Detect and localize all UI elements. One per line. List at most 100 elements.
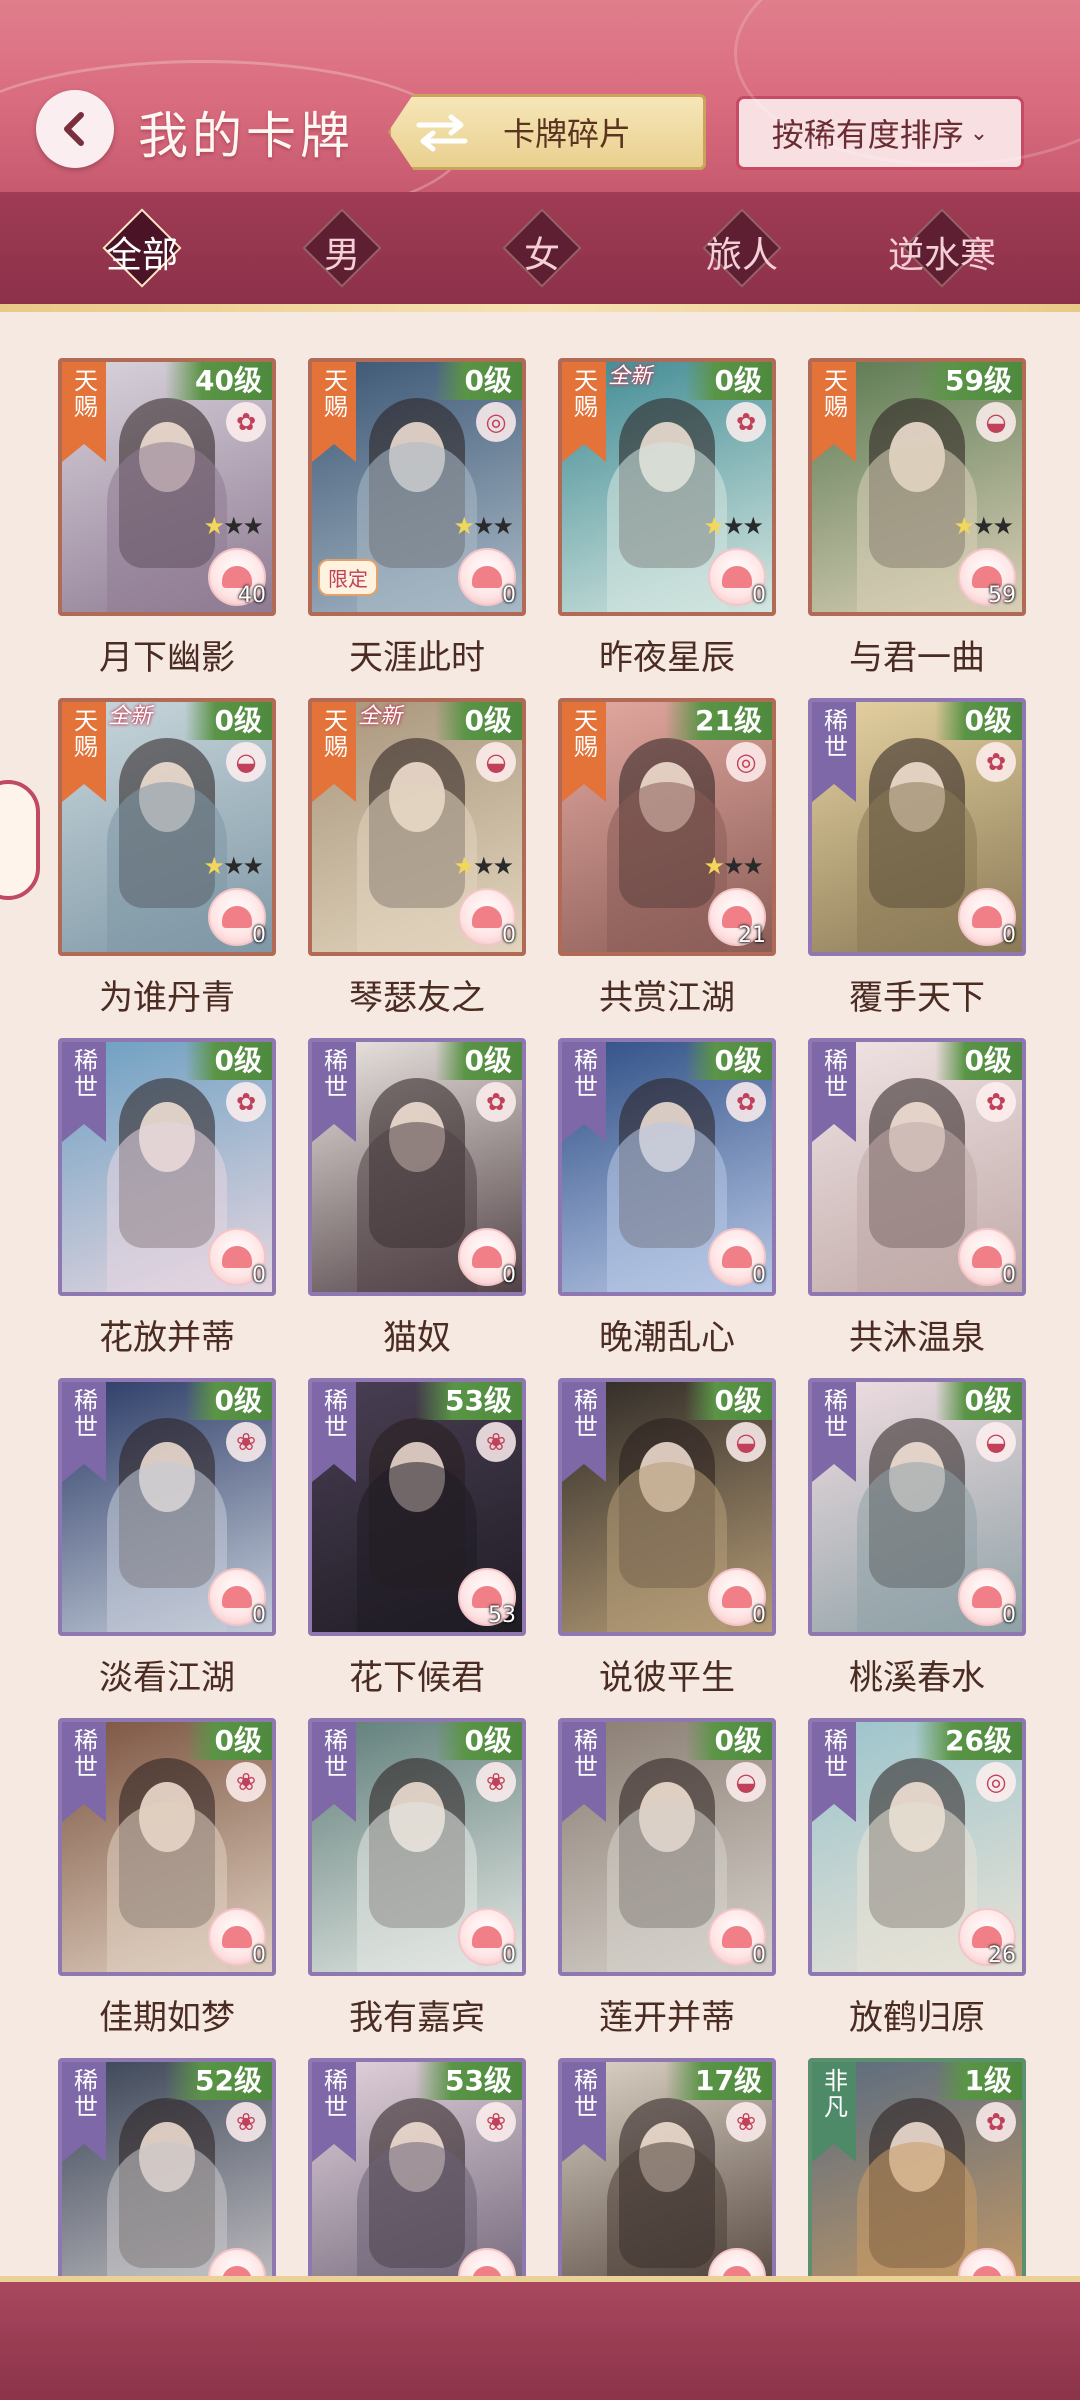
new-tag: 全新: [608, 364, 653, 389]
star-rating: ★★★: [703, 512, 764, 540]
card-name: 与君一曲: [849, 638, 985, 678]
card[interactable]: 稀世 0级 ❀ 0 佳期如梦: [58, 1718, 276, 2058]
level-badge: 0级: [684, 362, 772, 400]
level-badge: 0级: [934, 1042, 1022, 1080]
character-figure: [357, 1802, 477, 1972]
card-name: 晚潮乱心: [599, 1318, 735, 1358]
coin-icon: ◎: [726, 742, 766, 782]
card[interactable]: 天赐 40级 ✿ ★★★ 40 月下幽影: [58, 358, 276, 698]
card-frame: 稀世 53级 ❀ 53: [308, 1378, 526, 1636]
swap-icon: [416, 114, 468, 152]
card[interactable]: 稀世 0级 ◒ 0 说彼平生: [558, 1378, 776, 1718]
card[interactable]: 稀世 0级 ✿ 0 花放并蒂: [58, 1038, 276, 1378]
fragment-count: 0: [502, 1943, 516, 1968]
level-badge: 52级: [165, 2062, 272, 2100]
level-badge: 53级: [415, 2062, 522, 2100]
card[interactable]: 稀世 53级 ❀ 53 花下候君: [308, 1378, 526, 1718]
fragment-count: 59: [988, 583, 1016, 608]
card[interactable]: 稀世 0级 ◒ 0 桃溪春水: [808, 1378, 1026, 1718]
card[interactable]: 稀世 0级 ✿ 0 猫奴: [308, 1038, 526, 1378]
card[interactable]: 稀世 0级 ❀ 0 淡看江湖: [58, 1378, 276, 1718]
tab-label: 女: [523, 235, 560, 276]
card-name: 花下候君: [349, 1658, 485, 1698]
star-rating: ★★★: [203, 512, 264, 540]
back-button[interactable]: [36, 90, 114, 168]
character-figure: [857, 2142, 977, 2276]
tab-female[interactable]: 女: [472, 208, 612, 288]
filter-tabs: 全部 男 女 旅人 逆水寒: [0, 192, 1080, 312]
star-rating: ★★★: [203, 852, 264, 880]
fragment-count: 0: [252, 1943, 266, 1968]
fragment-count: 26: [988, 1943, 1016, 1968]
level-badge: 0级: [434, 1042, 522, 1080]
card-frame: 稀世 0级 ✿ 0: [558, 1038, 776, 1296]
card[interactable]: 天赐 0级 全新 ◒ ★★★ 0 琴瑟友之: [308, 698, 526, 1038]
jade-icon: ❀: [476, 2102, 516, 2142]
jade-icon: ❀: [226, 1762, 266, 1802]
card[interactable]: 天赐 0级 全新 ◒ ★★★ 0 为谁丹青: [58, 698, 276, 1038]
tab-all[interactable]: 全部: [72, 208, 212, 288]
card-frame: 稀世 17级 ❀: [558, 2058, 776, 2276]
card[interactable]: 天赐 0级 全新 ✿ ★★★ 0 昨夜星辰: [558, 358, 776, 698]
character-figure: [107, 1122, 227, 1292]
star-rating: ★★★: [953, 512, 1014, 540]
level-badge: 0级: [184, 1382, 272, 1420]
level-badge: 0级: [684, 1722, 772, 1760]
level-badge: 17级: [665, 2062, 772, 2100]
card-fragments-button[interactable]: 卡牌碎片: [388, 94, 706, 170]
card[interactable]: 稀世 53级 ❀: [308, 2058, 526, 2276]
fan-icon: ◒: [226, 742, 266, 782]
fragment-count: 0: [1002, 1263, 1016, 1288]
card-frame: 天赐 40级 ✿ ★★★ 40: [58, 358, 276, 616]
flower-icon: ✿: [226, 1082, 266, 1122]
character-figure: [107, 2142, 227, 2276]
level-badge: 0级: [684, 1042, 772, 1080]
card[interactable]: 稀世 0级 ✿ 0 覆手天下: [808, 698, 1026, 1038]
card-name: 月下幽影: [99, 638, 235, 678]
card[interactable]: 稀世 0级 ◒ 0 莲开并蒂: [558, 1718, 776, 2058]
card-frame: 稀世 52级 ❀: [58, 2058, 276, 2276]
tab-traveler[interactable]: 旅人: [672, 208, 812, 288]
card-name: 莲开并蒂: [599, 1998, 735, 2038]
card[interactable]: 天赐 59级 ◒ ★★★ 59 与君一曲: [808, 358, 1026, 698]
fragment-count: 0: [502, 923, 516, 948]
page-title: 我的卡牌: [138, 107, 354, 165]
level-badge: 21级: [665, 702, 772, 740]
sort-dropdown[interactable]: 按稀有度排序 ⌄: [736, 96, 1024, 170]
card-name: 猫奴: [383, 1318, 451, 1358]
card[interactable]: 稀世 0级 ❀ 0 我有嘉宾: [308, 1718, 526, 2058]
level-badge: 0级: [184, 702, 272, 740]
card[interactable]: 稀世 0级 ✿ 0 共沐温泉: [808, 1038, 1026, 1378]
level-badge: 0级: [184, 1722, 272, 1760]
star-rating: ★★★: [453, 512, 514, 540]
tab-label: 男: [323, 235, 360, 276]
tab-male[interactable]: 男: [272, 208, 412, 288]
card-frame: 稀世 0级 ✿ 0: [308, 1038, 526, 1296]
tab-nishuihan[interactable]: 逆水寒: [872, 208, 1012, 288]
character-figure: [607, 2142, 727, 2276]
fragment-count: 0: [252, 1603, 266, 1628]
card[interactable]: 天赐 21级 ◎ ★★★ 21 共赏江湖: [558, 698, 776, 1038]
jade-icon: ❀: [726, 2102, 766, 2142]
flower-icon: ✿: [476, 1082, 516, 1122]
card[interactable]: 稀世 26级 ◎ 26 放鹤归原: [808, 1718, 1026, 2058]
side-ornament: [0, 780, 40, 900]
level-badge: 0级: [934, 702, 1022, 740]
card[interactable]: 稀世 0级 ✿ 0 晚潮乱心: [558, 1038, 776, 1378]
card[interactable]: 稀世 52级 ❀: [58, 2058, 276, 2276]
tab-label: 旅人: [705, 235, 778, 276]
card[interactable]: 天赐 0级 ◎ ★★★ 限定 0 天涯此时: [308, 358, 526, 698]
card-grid: 天赐 40级 ✿ ★★★ 40 月下幽影 天赐 0级 ◎ ★★★ 限定 0 天涯…: [58, 358, 1030, 2276]
level-badge: 0级: [434, 362, 522, 400]
card[interactable]: 稀世 17级 ❀: [558, 2058, 776, 2276]
card-frame: 天赐 0级 全新 ◒ ★★★ 0: [308, 698, 526, 956]
card-frame: 稀世 0级 ◒ 0: [558, 1378, 776, 1636]
card-name: 覆手天下: [849, 978, 985, 1018]
card-frame: 天赐 0级 全新 ✿ ★★★ 0: [558, 358, 776, 616]
character-figure: [357, 1122, 477, 1292]
fragment-count: 53: [488, 1603, 516, 1628]
new-tag: 全新: [108, 704, 153, 729]
card[interactable]: 非凡 1级 ✿: [808, 2058, 1026, 2276]
card-frame: 天赐 59级 ◒ ★★★ 59: [808, 358, 1026, 616]
coin-icon: ◎: [476, 402, 516, 442]
